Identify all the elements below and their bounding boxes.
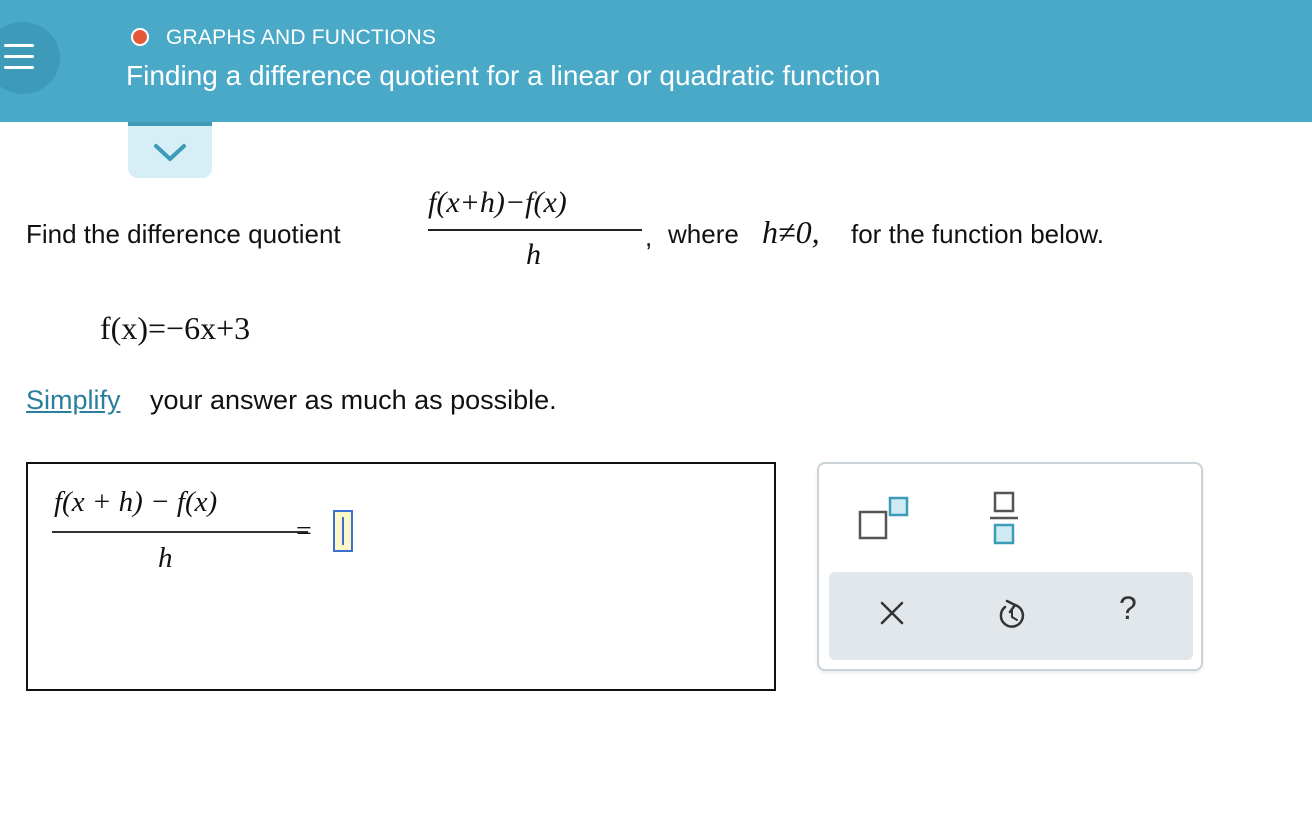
answer-box[interactable]: f(x + h) − f(x) h =	[26, 462, 776, 691]
answer-numerator: f(x + h) − f(x)	[54, 486, 218, 518]
menu-icon-bar	[4, 66, 34, 69]
undo-icon	[999, 599, 1025, 628]
answer-equals-sign: =	[296, 516, 312, 547]
help-button[interactable]: ?	[1119, 590, 1149, 636]
question-comma: ,	[645, 222, 653, 252]
clear-button[interactable]	[877, 598, 907, 628]
question-condition: h≠0,	[762, 214, 820, 250]
menu-icon	[4, 44, 34, 47]
answer-denominator: h	[158, 542, 173, 574]
simplify-link[interactable]: Simplify	[26, 385, 121, 416]
status-dot-icon	[131, 28, 149, 46]
function-definition: f(x)=−6x+3	[100, 310, 251, 346]
fraction-bar	[428, 229, 642, 231]
header-bar: GRAPHS AND FUNCTIONS Finding a differenc…	[0, 0, 1312, 122]
instruction-text: your answer as much as possible.	[150, 385, 557, 415]
answer-input[interactable]	[333, 510, 353, 552]
chevron-down-icon	[154, 144, 186, 161]
text-cursor	[342, 517, 344, 545]
question-numerator: f(x+h)−f(x)	[428, 186, 567, 219]
undo-button[interactable]	[995, 598, 1029, 632]
topic-label: GRAPHS AND FUNCTIONS	[166, 26, 437, 49]
superscript-template-icon	[858, 496, 909, 540]
exponent-button[interactable]	[857, 494, 917, 544]
page-title: Finding a difference quotient for a line…	[126, 60, 881, 91]
question-prefix: Find the difference quotient	[26, 219, 341, 249]
fraction-template-icon	[990, 491, 1018, 545]
close-icon	[880, 601, 904, 625]
fraction-button[interactable]	[987, 490, 1023, 546]
answer-fraction-bar	[52, 531, 308, 533]
hamburger-menu-button[interactable]	[0, 22, 60, 94]
question-suffix: for the function below.	[851, 219, 1104, 249]
question-denominator: h	[526, 238, 541, 271]
toolbox-action-row: ?	[829, 572, 1193, 660]
question-where: where	[668, 219, 739, 249]
menu-icon-bar	[4, 55, 34, 58]
collapse-toggle-button[interactable]	[128, 122, 212, 178]
math-toolbox: ?	[817, 462, 1203, 671]
